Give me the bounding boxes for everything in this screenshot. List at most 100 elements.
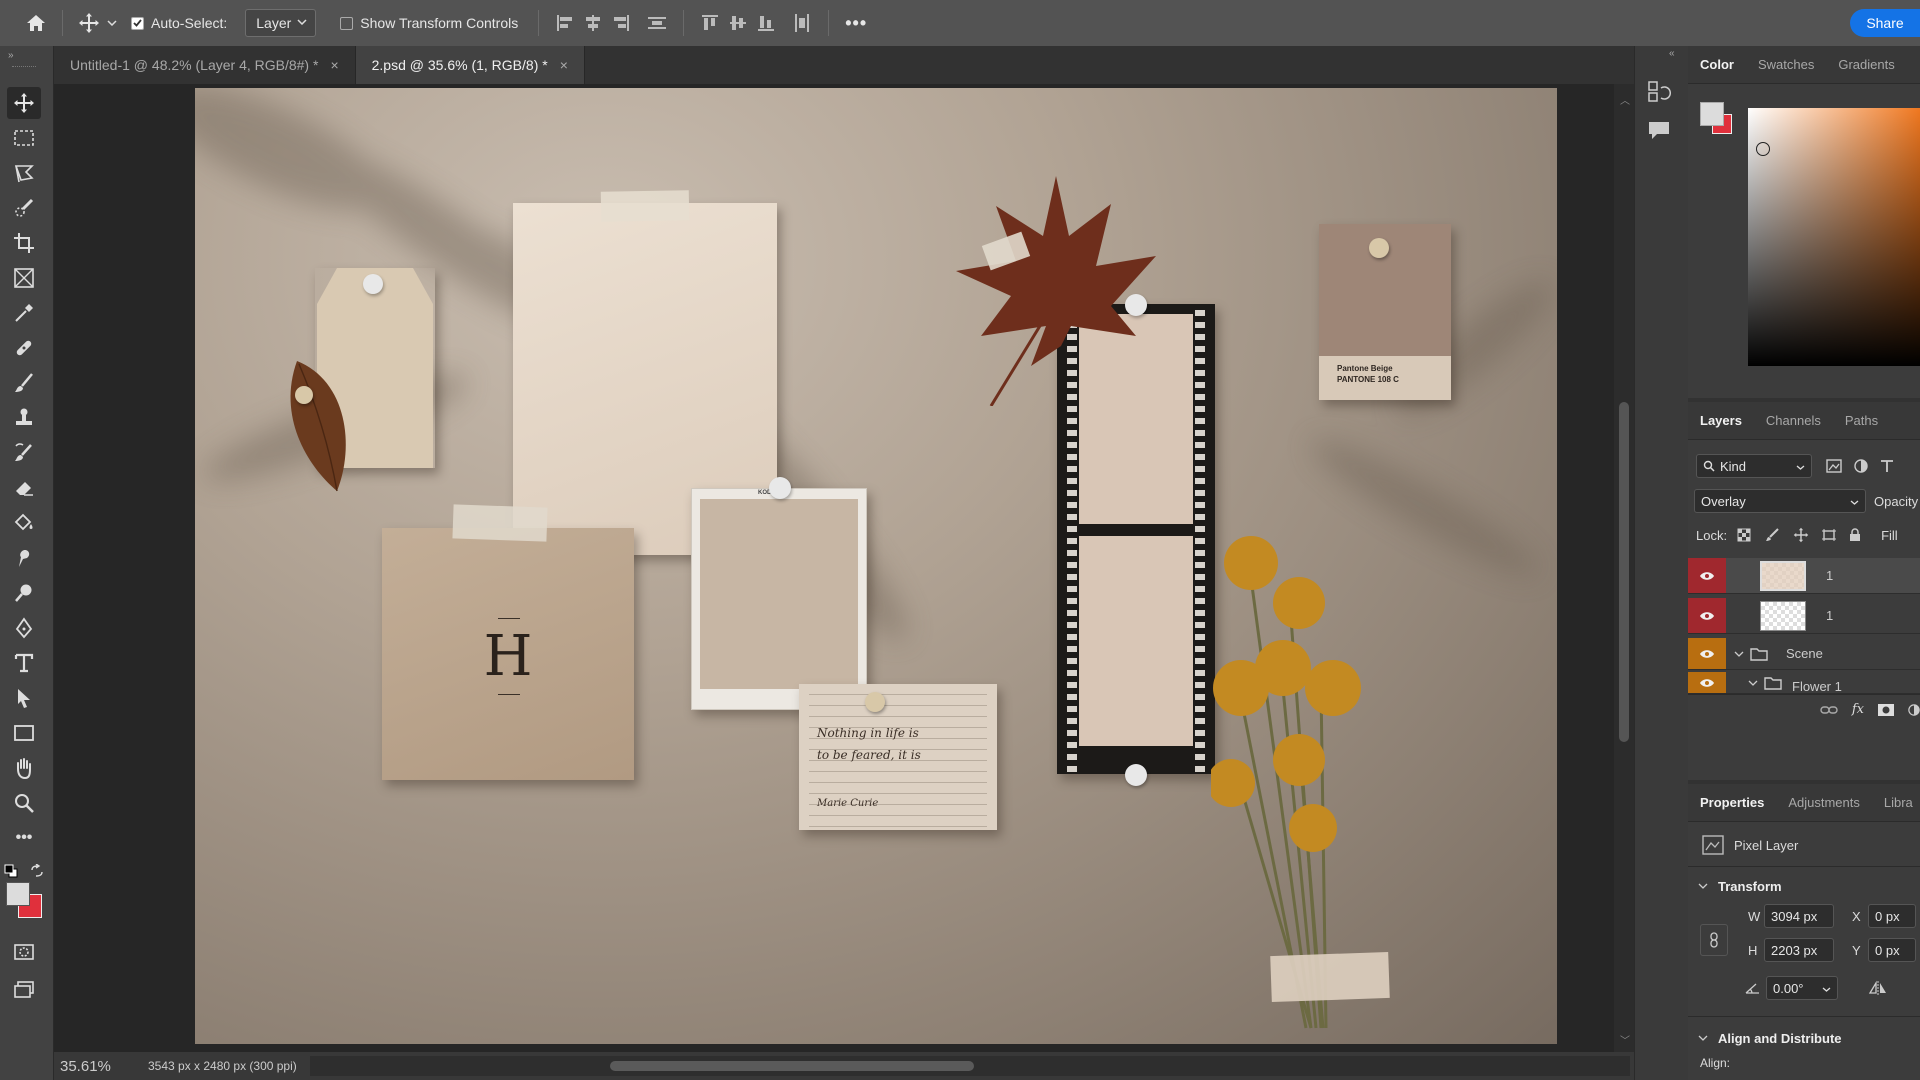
tab-paths[interactable]: Paths (1833, 402, 1890, 440)
add-mask-icon[interactable] (1878, 703, 1894, 716)
zoom-tool[interactable] (7, 787, 41, 819)
y-input[interactable]: 0 px (1868, 938, 1916, 962)
tab-adjustments[interactable]: Adjustments (1776, 784, 1872, 822)
auto-select-toggle[interactable]: Auto-Select: (131, 15, 227, 31)
frame-tool[interactable] (7, 262, 41, 294)
maple-leaf[interactable] (951, 176, 1161, 406)
quick-selection-tool[interactable] (7, 192, 41, 224)
scroll-down-icon[interactable]: ﹀ (1620, 1032, 1630, 1047)
default-colors-icon[interactable] (4, 864, 18, 878)
tab-libraries[interactable]: Libra (1872, 784, 1920, 822)
share-button[interactable]: Share (1850, 9, 1920, 37)
color-picker-field[interactable] (1748, 108, 1920, 366)
vertical-scrollbar[interactable]: ︿ ﹀ (1614, 84, 1634, 1052)
align-right-icon[interactable] (607, 9, 635, 37)
move-tool[interactable] (7, 87, 41, 119)
link-layers-icon[interactable] (1820, 705, 1838, 715)
smudge-tool[interactable] (7, 542, 41, 574)
show-transform-checkbox[interactable] (340, 16, 354, 30)
filter-type-icon[interactable] (1880, 459, 1894, 473)
edit-toolbar-button[interactable]: ••• (7, 822, 41, 854)
filter-adjustment-icon[interactable] (1854, 459, 1868, 473)
rectangle-tool[interactable] (7, 717, 41, 749)
transform-section-header[interactable]: Transform (1688, 874, 1920, 898)
collapse-toolbar-icon[interactable]: » (8, 50, 14, 61)
align-center-h-icon[interactable] (579, 9, 607, 37)
layer-group-name[interactable]: Scene (1786, 646, 1823, 661)
tab-2-psd[interactable]: 2.psd @ 35.6% (1, RGB/8) * × (355, 46, 585, 84)
zoom-level[interactable]: 35.61% (60, 1058, 130, 1075)
show-transform-toggle[interactable]: Show Transform Controls (340, 15, 518, 31)
layer-thumbnail[interactable] (1760, 560, 1806, 591)
eyedropper-tool[interactable] (7, 297, 41, 329)
chevron-down-icon[interactable] (1748, 680, 1758, 686)
document-canvas[interactable]: H KODAK Nothing in life is to be feared,… (195, 88, 1557, 1044)
close-icon[interactable]: × (560, 57, 568, 73)
adjustment-layer-icon[interactable] (1908, 703, 1920, 717)
height-input[interactable]: 2203 px (1764, 938, 1834, 962)
layer-name[interactable]: 1 (1826, 608, 1833, 623)
healing-brush-tool[interactable] (7, 332, 41, 364)
history-brush-tool[interactable] (7, 437, 41, 469)
foreground-color-swatch[interactable] (6, 882, 30, 906)
layer-thumbnail[interactable] (1760, 600, 1806, 631)
comments-panel-icon[interactable] (1647, 120, 1671, 142)
visibility-toggle[interactable] (1688, 558, 1726, 593)
home-icon[interactable] (22, 9, 50, 37)
history-panel-icon[interactable] (1647, 80, 1671, 104)
layer-row[interactable]: 1 (1688, 558, 1920, 594)
layer-group-row[interactable]: Flower 1 (1688, 672, 1920, 694)
marquee-tool[interactable] (7, 122, 41, 154)
paint-bucket-tool[interactable] (7, 507, 41, 539)
tab-channels[interactable]: Channels (1754, 402, 1833, 440)
layer-filter-dropdown[interactable]: Kind (1696, 454, 1812, 478)
eraser-tool[interactable] (7, 472, 41, 504)
horizontal-scrollbar[interactable] (310, 1056, 1630, 1076)
tab-properties[interactable]: Properties (1688, 784, 1776, 822)
distribute-vertical-icon[interactable] (643, 9, 671, 37)
tab-untitled-1[interactable]: Untitled-1 @ 48.2% (Layer 4, RGB/8#) * × (54, 46, 356, 84)
screen-mode-tool[interactable] (7, 974, 41, 1006)
vertical-scroll-thumb[interactable] (1619, 402, 1629, 742)
flip-horizontal-icon[interactable] (1868, 980, 1888, 996)
tool-preset-chevron-icon[interactable] (103, 9, 121, 37)
dried-leaf[interactable] (277, 356, 357, 496)
layer-name[interactable]: 1 (1826, 568, 1833, 583)
canvas-area[interactable]: H KODAK Nothing in life is to be feared,… (54, 84, 1634, 1052)
tab-swatches[interactable]: Swatches (1746, 46, 1826, 84)
align-left-icon[interactable] (551, 9, 579, 37)
brush-tool[interactable] (7, 367, 41, 399)
lock-position-icon[interactable] (1793, 527, 1809, 543)
lock-artboard-icon[interactable] (1821, 528, 1837, 542)
handwritten-note[interactable]: Nothing in life is to be feared, it is M… (799, 684, 997, 830)
dodge-tool[interactable] (7, 577, 41, 609)
path-selection-tool[interactable] (7, 682, 41, 714)
type-tool[interactable] (7, 647, 41, 679)
align-middle-v-icon[interactable] (724, 9, 752, 37)
visibility-toggle[interactable] (1688, 638, 1726, 669)
more-options-button[interactable]: ••• (845, 13, 867, 34)
auto-select-target-dropdown[interactable]: Layer (245, 9, 317, 37)
layer-group-name[interactable]: Flower 1 (1792, 679, 1842, 693)
rotation-input[interactable]: 0.00° (1766, 976, 1838, 1000)
monogram-card[interactable]: H (382, 528, 634, 780)
lock-all-icon[interactable] (1849, 528, 1861, 542)
align-section-header[interactable]: Align and Distribute (1688, 1026, 1920, 1050)
visibility-toggle[interactable] (1688, 598, 1726, 633)
clone-stamp-tool[interactable] (7, 402, 41, 434)
pen-tool[interactable] (7, 612, 41, 644)
align-top-icon[interactable] (696, 9, 724, 37)
tab-gradients[interactable]: Gradients (1826, 46, 1906, 84)
collapse-panels-icon[interactable]: « (1669, 48, 1675, 59)
visibility-toggle[interactable] (1688, 672, 1726, 693)
quick-mask-tool[interactable] (7, 936, 41, 968)
tab-color[interactable]: Color (1688, 46, 1746, 84)
polaroid-frame[interactable]: KODAK (691, 488, 867, 710)
foreground-color-chip[interactable] (1700, 102, 1724, 126)
lock-pixels-icon[interactable] (1765, 528, 1779, 542)
align-bottom-icon[interactable] (752, 9, 780, 37)
swap-colors-icon[interactable] (30, 864, 44, 878)
lasso-tool[interactable] (7, 157, 41, 189)
lock-transparent-icon[interactable] (1737, 528, 1751, 542)
scroll-up-icon[interactable]: ︿ (1620, 92, 1630, 107)
